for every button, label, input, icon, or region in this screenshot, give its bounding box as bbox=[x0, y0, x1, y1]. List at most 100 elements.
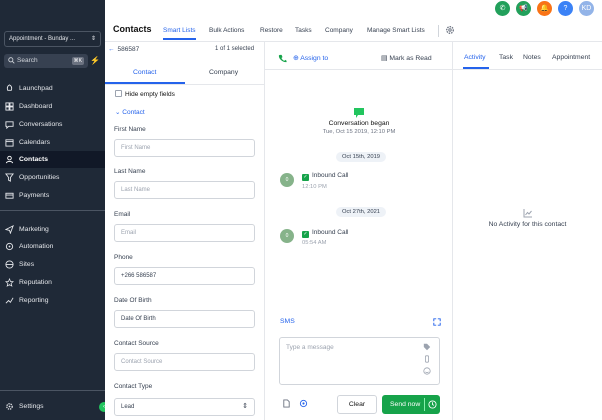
sidebar-item-reputation[interactable]: Reputation bbox=[0, 274, 105, 291]
caller-avatar: 0 bbox=[280, 173, 294, 187]
contact-section-header[interactable]: ⌄ Contact bbox=[115, 108, 145, 116]
tab-bulk-actions[interactable]: Bulk Actions bbox=[209, 27, 244, 34]
sidebar-item-dashboard[interactable]: Dashboard bbox=[0, 98, 105, 115]
tab-tasks[interactable]: Tasks bbox=[295, 27, 312, 34]
tab-activity[interactable]: Activity bbox=[464, 54, 486, 61]
message-composer[interactable]: Type a message bbox=[279, 337, 440, 385]
emoji-icon[interactable] bbox=[423, 367, 431, 375]
quick-action-bolt-icon[interactable]: ⚡ bbox=[90, 56, 100, 66]
send-label: Send now bbox=[390, 401, 421, 408]
search-bar[interactable]: Search ⌘K bbox=[4, 54, 88, 68]
sidebar-item-label: Payments bbox=[19, 192, 50, 199]
check-icon: ✓ bbox=[302, 231, 309, 238]
mark-as-read-button[interactable]: ▤ Mark as Read bbox=[381, 54, 432, 62]
last-name-input[interactable]: Last Name bbox=[114, 181, 255, 199]
mark-read-label: Mark as Read bbox=[389, 55, 432, 62]
call-event[interactable]: ✓ Inbound Call bbox=[302, 229, 349, 238]
field-label: Phone bbox=[114, 254, 133, 261]
first-name-input[interactable]: First Name bbox=[114, 139, 255, 157]
clear-button[interactable]: Clear bbox=[337, 395, 377, 414]
button-divider bbox=[424, 398, 425, 411]
email-input[interactable]: Email bbox=[114, 224, 255, 242]
updown-chevron-icon: ⇕ bbox=[90, 36, 96, 42]
chevron-updown-icon: ⇕ bbox=[242, 403, 248, 410]
sidebar-item-label: Contacts bbox=[19, 156, 49, 163]
sidebar-item-label: Settings bbox=[19, 403, 44, 410]
empty-chart-icon bbox=[523, 209, 532, 218]
tab-divider bbox=[105, 84, 265, 85]
attachment-icon[interactable] bbox=[299, 399, 308, 408]
channel-selector[interactable]: SMS bbox=[280, 318, 295, 325]
call-icon[interactable] bbox=[278, 54, 287, 63]
phone-button[interactable]: ✆ bbox=[495, 1, 510, 16]
avatar-initials: KD bbox=[581, 5, 592, 12]
sidebar-item-automation[interactable]: Automation bbox=[0, 238, 105, 255]
field-label: Contact Source bbox=[114, 340, 159, 347]
date-of-birth-input[interactable]: Date Of Birth bbox=[114, 310, 255, 328]
sidebar-item-contacts[interactable]: Contacts bbox=[0, 151, 105, 168]
page-title: Contacts bbox=[113, 24, 152, 34]
hide-empty-label: Hide empty fields bbox=[125, 91, 175, 98]
chat-bubble-icon bbox=[354, 108, 364, 118]
selection-count: 1 of 1 selected bbox=[215, 46, 255, 52]
date-pill: Oct 15th, 2019 bbox=[336, 152, 387, 162]
phone-input[interactable]: +266 586587 bbox=[114, 267, 255, 285]
sidebar-item-launchpad[interactable]: Launchpad bbox=[0, 80, 105, 97]
app: Appointment - Bunday ... ⇕ Search ⌘K ⚡ L… bbox=[0, 0, 602, 420]
back-to-list[interactable]: ← 586587 bbox=[108, 46, 139, 53]
conversation-start-title: Conversation began bbox=[328, 120, 390, 127]
tab-task[interactable]: Task bbox=[499, 54, 513, 61]
user-avatar[interactable]: KD bbox=[579, 1, 594, 16]
calendar-icon bbox=[5, 139, 14, 147]
sidebar-item-conversations[interactable]: Conversations bbox=[0, 116, 105, 133]
send-now-button[interactable]: Send now bbox=[382, 395, 440, 414]
phone-icon: ✆ bbox=[499, 5, 506, 12]
help-button[interactable]: ? bbox=[558, 1, 573, 16]
hide-empty-fields-toggle[interactable]: Hide empty fields bbox=[115, 90, 175, 98]
field-label: First Name bbox=[114, 126, 146, 133]
tab-contact[interactable]: Contact bbox=[133, 69, 156, 76]
account-switcher[interactable]: Appointment - Bunday ... ⇕ bbox=[4, 31, 101, 47]
assign-to-button[interactable]: ⊕ Assign to bbox=[293, 54, 328, 62]
caller-avatar: 0 bbox=[280, 229, 294, 243]
announcements-button[interactable]: 📢 bbox=[516, 1, 531, 16]
contacts-icon bbox=[5, 155, 14, 164]
contact-type-select[interactable]: Lead ⇕ bbox=[114, 398, 255, 416]
checkbox[interactable] bbox=[115, 90, 122, 97]
header-divider bbox=[438, 25, 439, 37]
notifications-button[interactable]: 🔔 bbox=[537, 1, 552, 16]
tag-icon[interactable] bbox=[423, 343, 431, 351]
schedule-clock-icon[interactable] bbox=[428, 400, 437, 409]
tab-appointment[interactable]: Appointment bbox=[552, 54, 590, 61]
field-label: Contact Type bbox=[114, 383, 153, 390]
search-placeholder: Search bbox=[17, 57, 38, 64]
sidebar-item-payments[interactable]: Payments bbox=[0, 187, 105, 204]
sidebar-item-opportunities[interactable]: Opportunities bbox=[0, 169, 105, 186]
conversation-start-date: Tue, Oct 15 2019, 12:10 PM bbox=[322, 129, 396, 135]
contact-source-input[interactable]: Contact Source bbox=[114, 353, 255, 371]
call-time: 12:10 PM bbox=[302, 184, 327, 190]
section-title: Contact bbox=[122, 109, 145, 116]
tab-manage-smart-lists[interactable]: Manage Smart Lists bbox=[367, 27, 425, 34]
sidebar-item-sites[interactable]: Sites bbox=[0, 256, 105, 273]
sidebar-item-label: Automation bbox=[19, 243, 54, 250]
funnel-icon bbox=[5, 173, 14, 182]
tab-smart-lists[interactable]: Smart Lists bbox=[163, 27, 196, 40]
settings-gear-icon[interactable] bbox=[445, 25, 455, 35]
sidebar-item-settings[interactable]: Settings bbox=[0, 398, 105, 415]
star-icon bbox=[5, 278, 14, 287]
sidebar-divider bbox=[0, 390, 105, 391]
sidebar-item-calendars[interactable]: Calendars bbox=[0, 134, 105, 151]
tab-notes[interactable]: Notes bbox=[523, 54, 541, 61]
send-icon bbox=[5, 225, 14, 234]
sidebar-item-marketing[interactable]: Marketing bbox=[0, 221, 105, 238]
document-icon[interactable] bbox=[282, 399, 291, 408]
contact-id: 586587 bbox=[117, 46, 140, 53]
sidebar-item-reporting[interactable]: Reporting bbox=[0, 292, 105, 309]
tab-company-details[interactable]: Company bbox=[209, 69, 238, 76]
call-event[interactable]: ✓ Inbound Call bbox=[302, 172, 349, 181]
tab-restore[interactable]: Restore bbox=[260, 27, 283, 34]
phone-device-icon[interactable] bbox=[423, 355, 431, 363]
expand-icon[interactable] bbox=[433, 318, 441, 326]
tab-company[interactable]: Company bbox=[325, 27, 353, 34]
